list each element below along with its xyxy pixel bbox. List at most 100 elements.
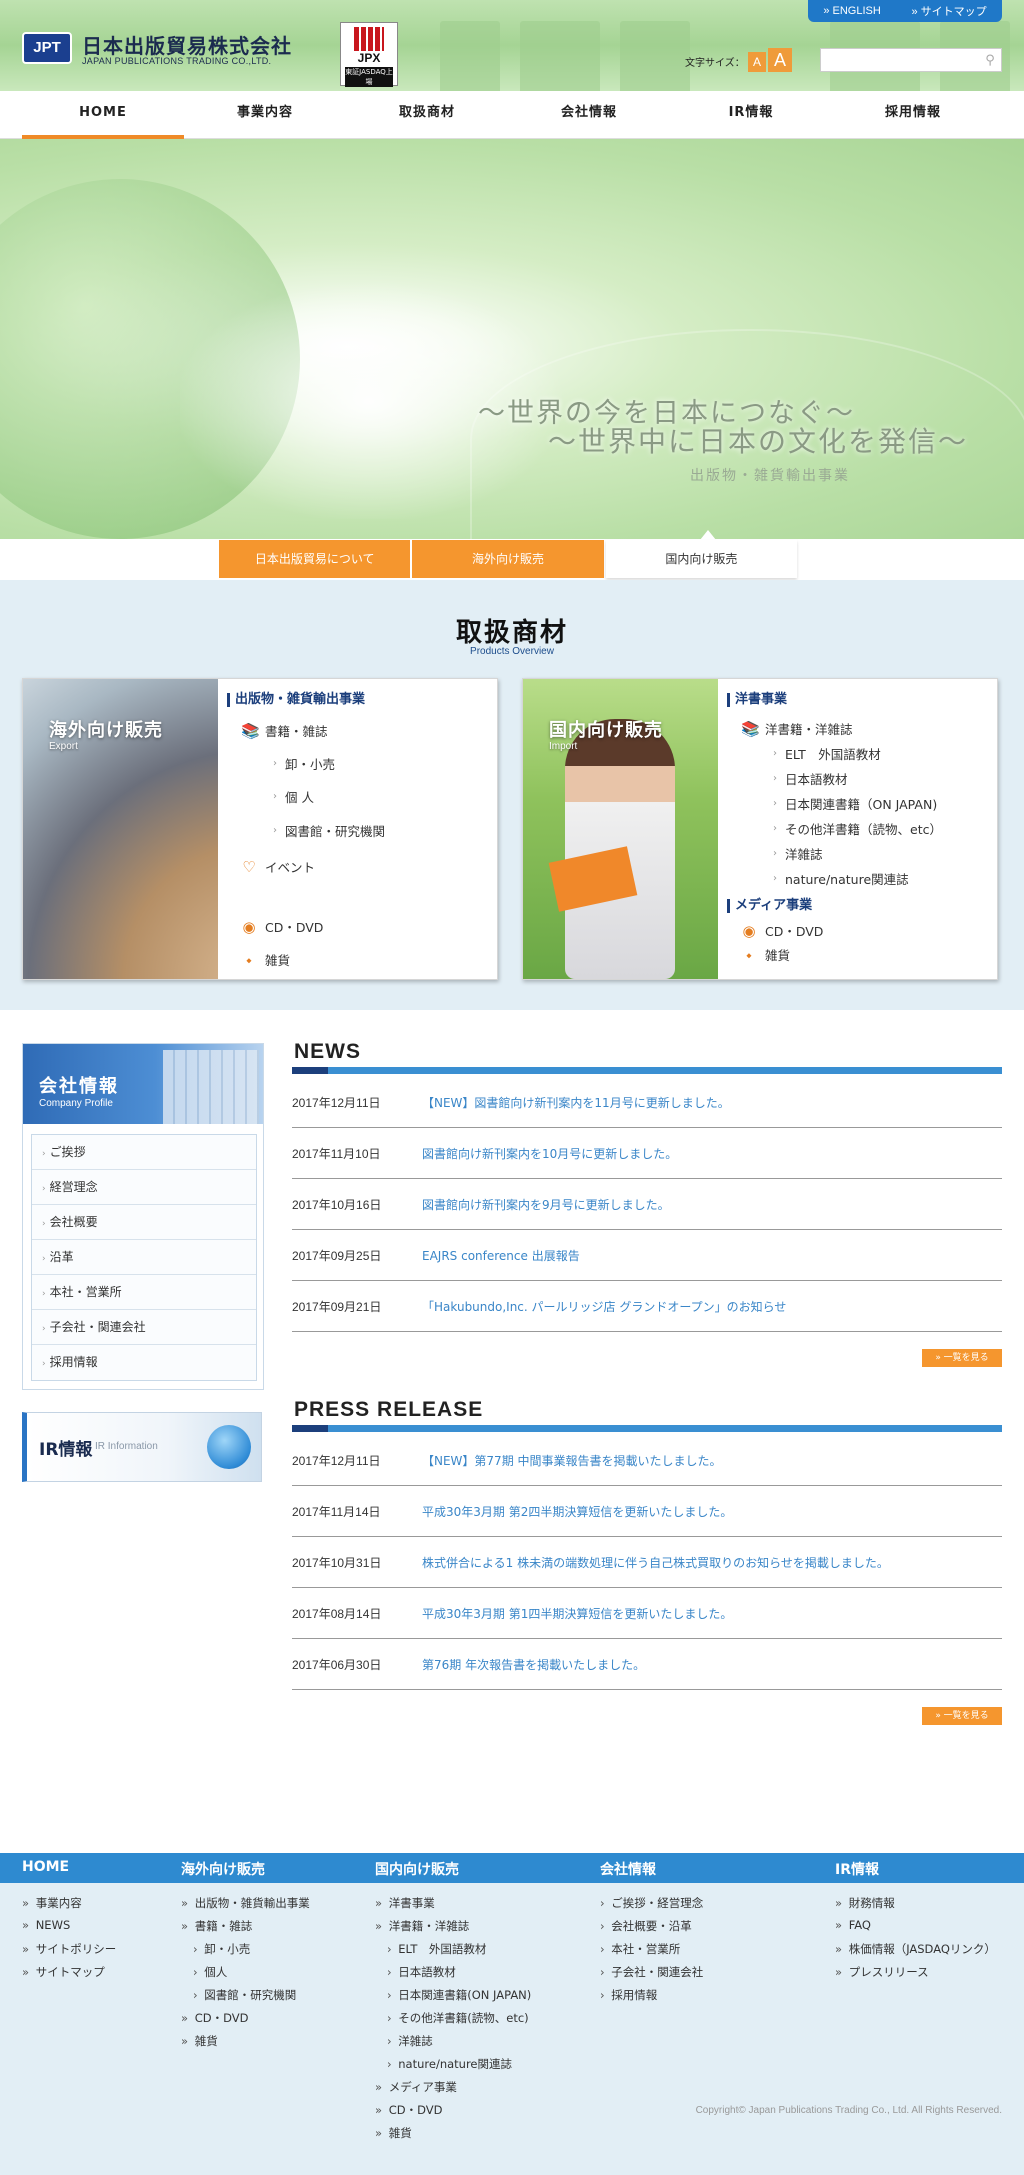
font-size-large-button[interactable]: A [768, 48, 792, 72]
footer-link[interactable]: › 子会社・関連会社 [600, 1964, 703, 1980]
news-link[interactable]: 「Hakubundo,Inc. パールリッジ店 グランドオープン」のお知らせ [422, 1298, 786, 1315]
import-nature-link[interactable]: › nature/nature関連誌 [773, 869, 909, 888]
footer-link[interactable]: › 採用情報 [600, 1987, 657, 2003]
footer-link[interactable]: » 雑貨 [181, 2033, 218, 2049]
footer-link[interactable]: › nature/nature関連誌 [387, 2056, 512, 2072]
press-link[interactable]: 平成30年3月期 第1四半期決算短信を更新いたしました。 [422, 1605, 732, 1622]
export-books-link[interactable]: 📚 書籍・雑誌 [241, 721, 328, 740]
footer-link[interactable]: › 日本関連書籍(ON JAPAN) [387, 1987, 531, 2003]
footer-link[interactable]: › ELT 外国語教材 [387, 1941, 486, 1957]
search-input[interactable] [821, 50, 979, 70]
news-link[interactable]: 図書館向け新刊案内を9月号に更新しました。 [422, 1196, 670, 1213]
font-size-small-button[interactable]: A [748, 52, 766, 72]
import-card-title[interactable]: 国内向け販売 [549, 716, 663, 742]
footer-link[interactable]: › 個人 [193, 1964, 227, 1980]
menu-offices[interactable]: › 本社・営業所 [32, 1275, 256, 1310]
footer-link[interactable]: › 日本語教材 [387, 1964, 456, 1980]
footer-link[interactable]: › 会社概要・沿革 [600, 1918, 692, 1934]
press-link[interactable]: 第76期 年次報告書を掲載いたしました。 [422, 1656, 645, 1673]
company-logo[interactable]: JPT [22, 32, 72, 64]
nav-business[interactable]: 事業内容 [184, 91, 346, 139]
press-link[interactable]: 株式併合による1 株未満の端数処理に伴う自己株式買取りのお知らせを掲載しました。 [422, 1554, 889, 1571]
footer-link[interactable]: » 書籍・雑誌 [181, 1918, 252, 1934]
news-date: 2017年09月25日 [292, 1248, 382, 1263]
import-magazine-link[interactable]: › 洋雑誌 [773, 844, 823, 863]
footer-link[interactable]: » NEWS [22, 1918, 70, 1932]
footer-col-heading[interactable]: 会社情報 [600, 1859, 656, 1879]
news-link[interactable]: 【NEW】図書館向け新刊案内を11月号に更新しました。 [422, 1094, 730, 1111]
news-link[interactable]: EAJRS conference 出展報告 [422, 1247, 580, 1264]
export-event-link[interactable]: ♡ イベント [241, 857, 315, 876]
tab-export[interactable]: 海外向け販売 [412, 540, 604, 578]
import-books-link[interactable]: 📚 洋書籍・洋雑誌 [741, 719, 853, 738]
import-other-link[interactable]: › その他洋書籍（読物、etc） [773, 819, 942, 838]
export-goods-link[interactable]: ⬩ 雑貨 [241, 950, 290, 969]
footer-link[interactable]: » CD・DVD [181, 2010, 248, 2026]
press-row: 2017年10月31日 株式併合による1 株未満の端数処理に伴う自己株式買取りのお… [292, 1537, 1002, 1588]
menu-subsidiaries[interactable]: › 子会社・関連会社 [32, 1310, 256, 1345]
import-japanese-link[interactable]: › 日本語教材 [773, 769, 848, 788]
menu-greeting[interactable]: › ご挨拶 [32, 1135, 256, 1170]
sitemap-link[interactable]: » サイトマップ [911, 3, 986, 19]
footer-bullet-icon: » [181, 1896, 192, 1910]
footer-link[interactable]: » 出版物・雑貨輸出事業 [181, 1895, 310, 1911]
menu-history[interactable]: › 沿革 [32, 1240, 256, 1275]
export-card-title[interactable]: 海外向け販売 [49, 716, 163, 742]
nav-products[interactable]: 取扱商材 [346, 91, 508, 139]
footer-link[interactable]: » メディア事業 [375, 2079, 457, 2095]
footer-link[interactable]: » 株価情報（JASDAQリンク） [835, 1941, 996, 1957]
footer-link[interactable]: » 雑貨 [375, 2125, 412, 2141]
footer-col-heading[interactable]: IR情報 [835, 1859, 879, 1879]
export-wholesale-link[interactable]: › 卸・小売 [273, 754, 335, 773]
company-name-jp[interactable]: 日本出版貿易株式会社 [82, 30, 292, 59]
footer-col-heading[interactable]: 海外向け販売 [181, 1859, 265, 1879]
footer-link[interactable]: » 事業内容 [22, 1895, 82, 1911]
company-sidebar-header[interactable]: 会社情報 Company Profile [23, 1044, 263, 1124]
import-goods-link[interactable]: ⬩ 雑貨 [741, 945, 790, 964]
footer-link[interactable]: » 財務情報 [835, 1895, 895, 1911]
footer-link[interactable]: » サイトポリシー [22, 1941, 116, 1957]
footer-link[interactable]: › 図書館・研究機関 [193, 1987, 296, 2003]
import-other-label: その他洋書籍（読物、etc） [785, 822, 942, 837]
footer-link[interactable]: » 洋書事業 [375, 1895, 435, 1911]
press-more-button[interactable]: » 一覧を見る [922, 1707, 1002, 1725]
nav-ir[interactable]: IR情報 [670, 91, 832, 139]
search-icon[interactable]: ⚲ [979, 53, 1001, 68]
export-cd-link[interactable]: ◉ CD・DVD [241, 917, 323, 936]
english-link[interactable]: » ENGLISH [823, 5, 880, 17]
export-library-link[interactable]: › 図書館・研究機関 [273, 821, 385, 840]
footer-link[interactable]: › 本社・営業所 [600, 1941, 680, 1957]
footer-link[interactable]: » サイトマップ [22, 1964, 105, 1980]
menu-philosophy[interactable]: › 経営理念 [32, 1170, 256, 1205]
footer-bullet-icon: › [387, 1988, 396, 2002]
nav-company[interactable]: 会社情報 [508, 91, 670, 139]
nav-home[interactable]: HOME [22, 91, 184, 139]
menu-overview[interactable]: › 会社概要 [32, 1205, 256, 1240]
press-link[interactable]: 平成30年3月期 第2四半期決算短信を更新いたしました。 [422, 1503, 732, 1520]
footer-link-label: 日本関連書籍(ON JAPAN) [398, 1988, 532, 2002]
import-cd-link[interactable]: ◉ CD・DVD [741, 921, 823, 940]
tab-about[interactable]: 日本出版貿易について [219, 540, 411, 578]
news-link[interactable]: 図書館向け新刊案内を10月号に更新しました。 [422, 1145, 677, 1162]
ir-banner[interactable]: IR情報 IR Information [22, 1412, 262, 1482]
press-link[interactable]: 【NEW】第77期 中間事業報告書を掲載いたしました。 [422, 1452, 722, 1469]
news-more-button[interactable]: » 一覧を見る [922, 1349, 1002, 1367]
footer-link[interactable]: › 洋雑誌 [387, 2033, 433, 2049]
footer-link[interactable]: › 卸・小売 [193, 1941, 250, 1957]
import-onjapan-link[interactable]: › 日本関連書籍（ON JAPAN) [773, 794, 937, 813]
tab-import[interactable]: 国内向け販売 [605, 540, 797, 578]
jpx-badge[interactable]: JPX 東証JASDAQ上場 [340, 22, 398, 87]
footer-link[interactable]: › ご挨拶・経営理念 [600, 1895, 703, 1911]
footer-link[interactable]: » CD・DVD [375, 2102, 442, 2118]
footer-link[interactable]: › その他洋書籍(読物、etc) [387, 2010, 529, 2026]
footer-link[interactable]: » 洋書籍・洋雑誌 [375, 1918, 469, 1934]
export-individual-link[interactable]: › 個 人 [273, 787, 314, 806]
footer-link[interactable]: » プレスリリース [835, 1964, 929, 1980]
nav-recruit[interactable]: 採用情報 [832, 91, 994, 139]
footer-link[interactable]: » FAQ [835, 1918, 871, 1932]
import-elt-link[interactable]: › ELT 外国語教材 [773, 744, 881, 763]
footer-col-heading[interactable]: HOME [22, 1859, 69, 1875]
menu-recruit[interactable]: › 採用情報 [32, 1345, 256, 1380]
footer-col-heading[interactable]: 国内向け販売 [375, 1859, 459, 1879]
press-row: 2017年06月30日 第76期 年次報告書を掲載いたしました。 [292, 1639, 1002, 1690]
